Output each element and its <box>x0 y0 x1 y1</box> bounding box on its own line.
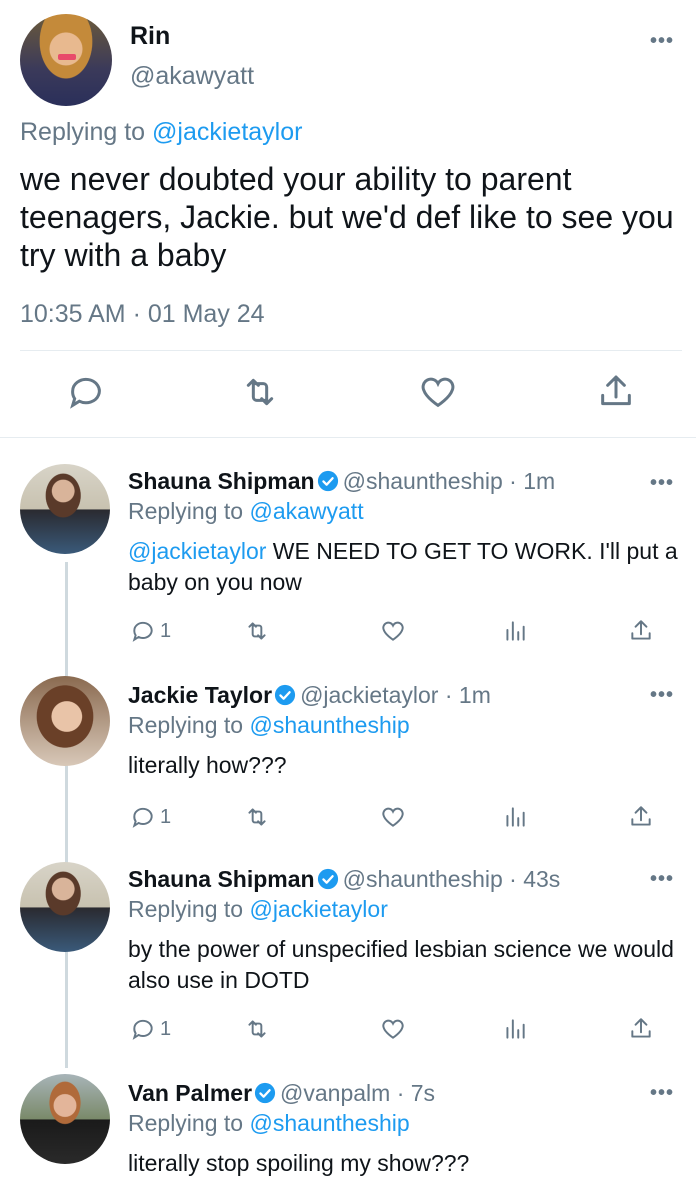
reply-header: Shauna Shipman @shauntheship · 1m <box>128 468 555 495</box>
divider <box>20 350 682 351</box>
avatar[interactable] <box>20 464 110 554</box>
tweet-actions <box>0 372 696 416</box>
heart-icon[interactable] <box>418 372 458 412</box>
analytics-icon[interactable] <box>502 802 528 832</box>
replying-to: Replying to @shauntheship <box>128 712 410 739</box>
reply-tweet[interactable]: Jackie Taylor @jackietaylor · 1m ••• Repl… <box>0 656 696 842</box>
replying-label: Replying to <box>128 896 250 922</box>
replying-to-link[interactable]: @shauntheship <box>249 1110 409 1136</box>
reply-text: literally how??? <box>128 752 287 778</box>
reply-tweet[interactable]: Van Palmer @vanpalm · 7s ••• Replying to … <box>0 1056 696 1200</box>
replying-label: Replying to <box>128 712 250 738</box>
more-options-icon[interactable]: ••• <box>650 30 674 53</box>
replying-to: Replying to @akawyatt <box>128 498 364 525</box>
reply-header: Jackie Taylor @jackietaylor · 1m <box>128 682 491 709</box>
replying-label: Replying to <box>20 118 153 146</box>
author-name[interactable]: Rin <box>130 22 170 51</box>
replying-to-link[interactable]: @jackietaylor <box>249 896 387 922</box>
author-handle[interactable]: @shauntheship <box>343 866 503 892</box>
author-name[interactable]: Van Palmer <box>128 1080 252 1106</box>
replying-to-link[interactable]: @jackietaylor <box>152 118 302 146</box>
replying-to: Replying to @jackietaylor <box>20 118 302 147</box>
replying-to: Replying to @shauntheship <box>128 1110 410 1137</box>
reply-actions: 1 <box>0 616 696 646</box>
more-options-icon[interactable]: ••• <box>650 1082 674 1105</box>
replying-to-link[interactable]: @shauntheship <box>249 712 409 738</box>
replying-label: Replying to <box>128 1110 250 1136</box>
reply-time[interactable]: · 1m <box>509 468 555 494</box>
share-icon[interactable] <box>628 616 654 646</box>
author-handle[interactable]: @vanpalm <box>280 1080 390 1106</box>
share-icon[interactable] <box>596 372 636 412</box>
tweet-text: we never doubted your ability to parent … <box>20 161 674 273</box>
avatar[interactable] <box>20 14 112 106</box>
verified-badge-icon <box>274 684 296 706</box>
author-handle[interactable]: @akawyatt <box>130 62 254 91</box>
share-icon[interactable] <box>628 802 654 832</box>
reply-time[interactable]: · 1m <box>445 682 491 708</box>
reply-icon[interactable]: 1 <box>130 802 171 832</box>
more-options-icon[interactable]: ••• <box>650 868 674 891</box>
reply-count: 1 <box>160 1017 172 1040</box>
share-icon[interactable] <box>628 1014 654 1044</box>
timestamp[interactable]: 10:35 AM · 01 May 24 <box>20 300 265 329</box>
reply-actions: 1 <box>0 802 696 832</box>
reply-time[interactable]: · 43s <box>509 866 560 892</box>
heart-icon[interactable] <box>380 616 406 646</box>
replying-to: Replying to @jackietaylor <box>128 896 388 923</box>
retweet-icon[interactable] <box>244 802 270 832</box>
avatar[interactable] <box>20 862 110 952</box>
author-handle[interactable]: @jackietaylor <box>300 682 438 708</box>
heart-icon[interactable] <box>380 802 406 832</box>
retweet-icon[interactable] <box>240 372 280 412</box>
verified-badge-icon <box>317 868 338 890</box>
more-options-icon[interactable]: ••• <box>650 472 674 495</box>
reply-count: 1 <box>160 805 172 828</box>
reply-count: 1 <box>160 619 172 642</box>
analytics-icon[interactable] <box>502 616 528 646</box>
replying-label: Replying to <box>128 498 250 524</box>
reply-header: Shauna Shipman @shauntheship · 43s <box>128 866 560 893</box>
reply-actions: 1 <box>0 1014 696 1044</box>
verified-badge-icon <box>317 470 338 492</box>
author-name[interactable]: Jackie Taylor <box>128 682 272 708</box>
reply-tweet[interactable]: Shauna Shipman @shauntheship · 43s ••• Re… <box>0 842 696 1056</box>
replying-to-link[interactable]: @akawyatt <box>249 498 363 524</box>
reply-icon[interactable]: 1 <box>130 616 171 646</box>
main-tweet: Rin @akawyatt ••• Replying to @jackietay… <box>0 0 696 438</box>
verified-badge-icon <box>254 1082 276 1104</box>
reply-icon[interactable] <box>66 372 106 412</box>
reply-icon[interactable]: 1 <box>130 1014 171 1044</box>
reply-text: @jackietaylor WE NEED TO GET TO WORK. I'… <box>128 536 678 598</box>
author-name[interactable]: Shauna Shipman <box>128 468 315 494</box>
retweet-icon[interactable] <box>244 616 270 646</box>
avatar[interactable] <box>20 1074 110 1164</box>
retweet-icon[interactable] <box>244 1014 270 1044</box>
reply-time[interactable]: · 7s <box>397 1080 435 1106</box>
author-name[interactable]: Shauna Shipman <box>128 866 315 892</box>
heart-icon[interactable] <box>380 1014 406 1044</box>
reply-header: Van Palmer @vanpalm · 7s <box>128 1080 435 1107</box>
reply-text: literally stop spoiling my show??? <box>128 1150 470 1176</box>
mention-link[interactable]: @jackietaylor <box>128 538 266 564</box>
analytics-icon[interactable] <box>502 1014 528 1044</box>
reply-tweet[interactable]: Shauna Shipman @shauntheship · 1m ••• Rep… <box>0 438 696 656</box>
more-options-icon[interactable]: ••• <box>650 684 674 707</box>
author-handle[interactable]: @shauntheship <box>343 468 503 494</box>
avatar[interactable] <box>20 676 110 766</box>
reply-text: by the power of unspecified lesbian scie… <box>128 936 674 993</box>
